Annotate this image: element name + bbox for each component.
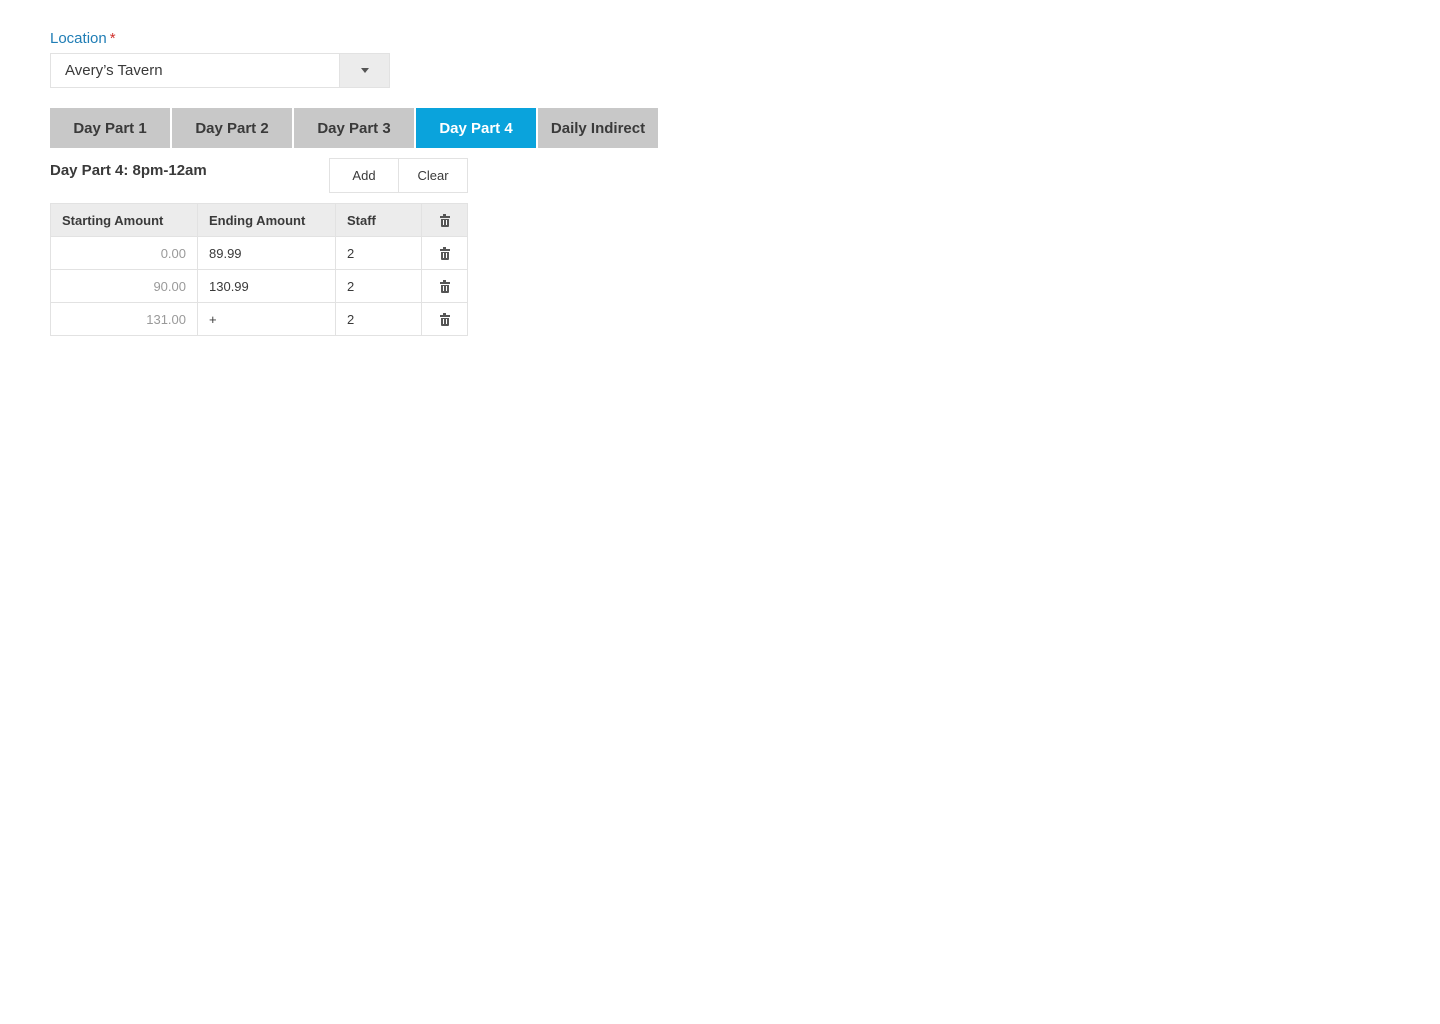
location-select-value: Avery’s Tavern [65,62,163,79]
staff-cell[interactable]: 2 [335,269,422,303]
tab-day-part-2[interactable]: Day Part 2 [172,108,292,148]
staff-cell[interactable]: 2 [335,302,422,336]
header-ending-amount: Ending Amount [197,203,336,237]
delete-row-button[interactable] [421,269,468,303]
tab-daily-indirect[interactable]: Daily Indirect [538,108,658,148]
table-row: 131.00 + 2 [50,302,468,336]
trash-icon [439,247,450,260]
starting-amount-cell: 0.00 [50,236,198,270]
clear-button[interactable]: Clear [399,159,467,192]
header-staff: Staff [335,203,422,237]
starting-amount-cell: 131.00 [50,302,198,336]
section-title: Day Part 4: 8pm-12am [50,162,207,179]
location-select-toggle[interactable] [339,54,389,87]
starting-amount-cell: 90.00 [50,269,198,303]
header-delete-all[interactable] [421,203,468,237]
delete-row-button[interactable] [421,236,468,270]
tab-day-part-4[interactable]: Day Part 4 [416,108,536,148]
trash-icon [439,214,450,227]
trash-icon [439,280,450,293]
location-label: Location * [50,30,116,47]
action-buttons: Add Clear [329,158,468,193]
table-row: 90.00 130.99 2 [50,269,468,303]
add-button[interactable]: Add [330,159,399,192]
ending-amount-cell[interactable]: 89.99 [197,236,336,270]
required-indicator: * [109,30,116,47]
chevron-down-icon [360,68,369,73]
table-row: 0.00 89.99 2 [50,236,468,270]
staff-cell[interactable]: 2 [335,236,422,270]
staffing-table: Starting Amount Ending Amount Staff 0.00… [50,203,468,336]
trash-icon [439,313,450,326]
ending-amount-cell[interactable]: 130.99 [197,269,336,303]
ending-amount-cell[interactable]: + [197,302,336,336]
tab-day-part-3[interactable]: Day Part 3 [294,108,414,148]
location-label-text: Location [50,30,107,47]
page: Location * Avery’s Tavern Day Part 1 Day … [0,0,1440,1024]
tab-day-part-1[interactable]: Day Part 1 [50,108,170,148]
table-header-row: Starting Amount Ending Amount Staff [50,203,468,237]
delete-row-button[interactable] [421,302,468,336]
location-select[interactable]: Avery’s Tavern [50,53,390,88]
day-part-tabs: Day Part 1 Day Part 2 Day Part 3 Day Par… [50,108,658,148]
header-starting-amount: Starting Amount [50,203,198,237]
